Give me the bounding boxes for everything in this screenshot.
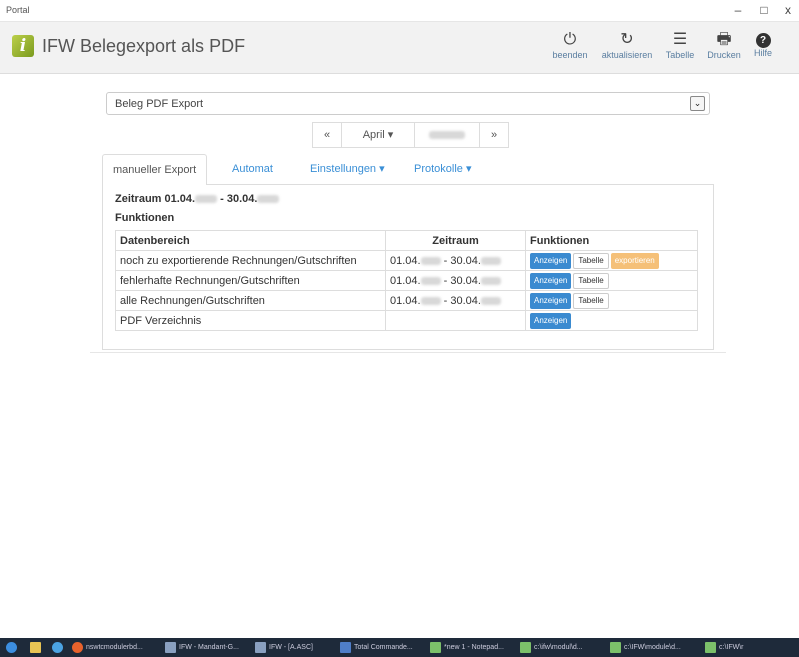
year-dropdown[interactable] [414,122,480,148]
app-logo-icon: i [12,35,34,57]
pager-next-button[interactable]: » [479,122,509,148]
minimize-button[interactable]: – [730,3,746,17]
zeitraum-heading: Zeitraum 01.04. - 30.04. [115,193,280,205]
table-row: noch zu exportierende Rechnungen/Gutschr… [115,250,698,271]
printer-icon: 🖶 [716,31,732,48]
start-icon[interactable] [6,640,20,655]
pager-prev-button[interactable]: « [312,122,342,148]
power-icon: ⏻ [563,31,577,48]
exportieren-button[interactable]: exportieren [610,252,659,269]
export-type-value: Beleg PDF Export [115,98,204,110]
refresh-icon: ↻ [620,31,634,48]
explorer-icon[interactable] [30,640,44,655]
hilfe-label: Hilfe [753,48,772,58]
anzeigen-button[interactable]: Anzeigen [530,312,572,329]
aktualisieren-button[interactable]: ↻ aktualisieren [597,30,657,60]
tabelle-button[interactable]: Tabelle [573,252,609,269]
hilfe-button[interactable]: ? Hilfe [748,30,778,58]
tabelle-button[interactable]: ☰ Tabelle [662,30,698,60]
row-functions: Anzeigen [525,310,698,331]
anzeigen-button[interactable]: Anzeigen [530,272,572,289]
taskbar-item[interactable]: IFW - Mandant-G... [165,640,239,655]
taskbar-item[interactable]: *new 1 - Notepad... [430,640,504,655]
window-titlebar: Portal – □ x [0,0,799,22]
list-icon: ☰ [672,31,688,48]
taskbar-item[interactable]: c:\ifw\modul\d... [520,640,583,655]
row-zeitraum: 01.04. - 30.04. [385,250,526,271]
header-datenbereich: Datenbereich [115,230,386,251]
taskbar-item[interactable]: c:\IFW\module\d... [610,640,681,655]
row-functions: Anzeigen Tabelle [525,290,698,311]
row-zeitraum: 01.04. - 30.04. [385,270,526,291]
tab-manueller-export[interactable]: manueller Export [102,154,208,186]
row-zeitraum [385,310,526,331]
table-header-row: Datenbereich Zeitraum Funktionen [115,230,698,251]
table-row: PDF Verzeichnis Anzeigen [115,310,698,331]
tab-einstellungen[interactable]: Einstellungen ▾ [310,154,385,185]
close-button[interactable]: x [780,3,796,17]
header-funktionen: Funktionen [525,230,698,251]
app-title: IFW Belegexport als PDF [42,36,246,56]
export-panel: Zeitraum 01.04. - 30.04. Funktionen Date… [102,185,714,350]
header-zeitraum: Zeitraum [385,230,526,251]
divider [90,352,726,353]
tab-automat[interactable]: Automat [232,154,273,185]
aktualisieren-label: aktualisieren [601,50,653,60]
taskbar-item[interactable]: IFW - [A.ASC] [255,640,313,655]
row-label: noch zu exportierende Rechnungen/Gutschr… [115,250,386,271]
chevron-down-icon[interactable]: ⌄ [690,96,705,111]
anzeigen-button[interactable]: Anzeigen [530,292,572,309]
anzeigen-button[interactable]: Anzeigen [530,252,572,269]
tabelle-label: Tabelle [665,50,695,60]
row-functions: Anzeigen Tabelle exportieren [525,250,698,271]
month-dropdown[interactable]: April ▾ [341,122,415,148]
taskbar-item[interactable]: nswtcmodulerbd... [72,640,143,655]
beenden-label: beenden [552,50,588,60]
help-icon: ? [755,33,771,48]
tabelle-button[interactable]: Tabelle [573,272,609,289]
row-label: fehlerhafte Rechnungen/Gutschriften [115,270,386,291]
funktionen-heading: Funktionen [115,212,175,224]
beenden-button[interactable]: ⏻ beenden [545,30,595,60]
tab-protokolle[interactable]: Protokolle ▾ [414,154,472,185]
drucken-button[interactable]: 🖶 Drucken [705,30,743,60]
ie-icon[interactable] [52,640,66,655]
export-table: Datenbereich Zeitraum Funktionen noch zu… [115,230,698,331]
row-zeitraum: 01.04. - 30.04. [385,290,526,311]
tabelle-button[interactable]: Tabelle [573,292,609,309]
row-label: alle Rechnungen/Gutschriften [115,290,386,311]
row-label: PDF Verzeichnis [115,310,386,331]
table-row: fehlerhafte Rechnungen/Gutschriften 01.0… [115,270,698,291]
taskbar-item[interactable]: Total Commande... [340,640,413,655]
drucken-label: Drucken [707,50,741,60]
export-type-select[interactable]: Beleg PDF Export ⌄ [106,92,710,115]
table-row: alle Rechnungen/Gutschriften 01.04. - 30… [115,290,698,311]
maximize-button[interactable]: □ [756,3,772,17]
taskbar-item[interactable]: c:\IFW\r [705,640,744,655]
tab-bar: manueller Export Automat Einstellungen ▾… [102,154,714,186]
windows-taskbar: nswtcmodulerbd... IFW - Mandant-G... IFW… [0,638,799,657]
app-header: i IFW Belegexport als PDF ⏻ beenden ↻ ak… [0,22,799,74]
row-functions: Anzeigen Tabelle [525,270,698,291]
window-title: Portal [6,5,30,15]
